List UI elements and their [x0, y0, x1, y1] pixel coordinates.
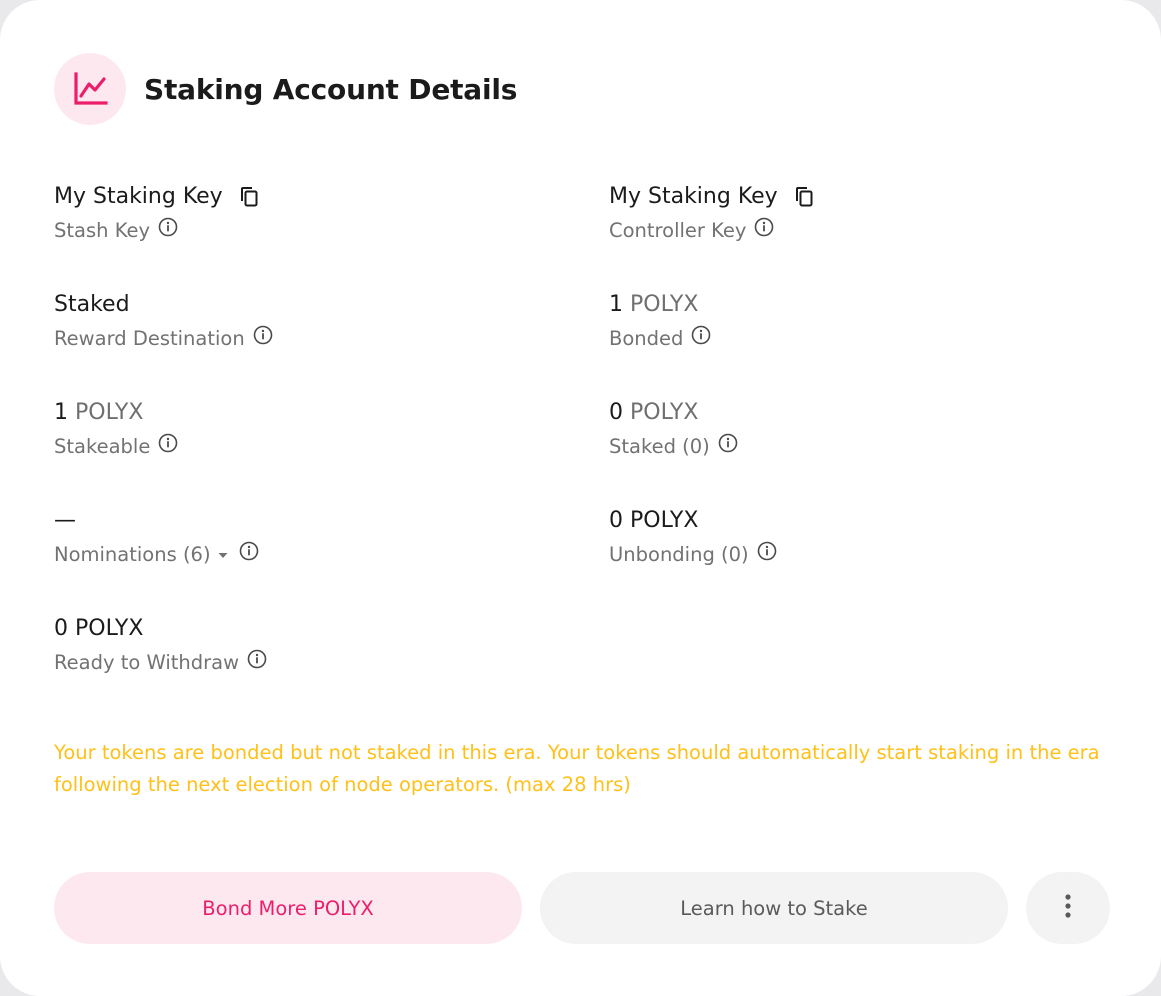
- info-icon[interactable]: [718, 433, 738, 453]
- reward-destination-field: Staked Reward Destination: [54, 292, 273, 351]
- bonded-label: Bonded: [609, 327, 684, 350]
- info-icon[interactable]: [247, 649, 267, 669]
- stash-key-value: My Staking Key: [54, 184, 223, 209]
- ready-to-withdraw-amount: 0: [54, 616, 68, 641]
- staked-label: Staked (0): [609, 435, 710, 458]
- info-icon[interactable]: [239, 541, 259, 561]
- chart-line-icon: [54, 53, 126, 125]
- reward-destination-label: Reward Destination: [54, 327, 245, 350]
- ready-to-withdraw-label: Ready to Withdraw: [54, 651, 240, 674]
- more-vertical-icon: [1064, 893, 1072, 924]
- controller-key-value: My Staking Key: [609, 184, 778, 209]
- staking-notice: Your tokens are bonded but not staked in…: [54, 741, 1100, 796]
- staked-field: 0 POLYX Staked (0): [609, 400, 738, 459]
- unbonding-label: Unbonding (0): [609, 543, 749, 566]
- card-header: Staking Account Details: [54, 53, 517, 125]
- info-icon[interactable]: [754, 217, 774, 237]
- stakeable-unit: POLYX: [75, 400, 144, 425]
- reward-destination-value: Staked: [54, 292, 130, 317]
- info-icon[interactable]: [253, 325, 273, 345]
- info-icon[interactable]: [757, 541, 777, 561]
- stakeable-field: 1 POLYX Stakeable: [54, 400, 178, 459]
- unbonding-amount: 0: [609, 508, 623, 533]
- stakeable-amount: 1: [54, 400, 68, 425]
- info-icon[interactable]: [158, 433, 178, 453]
- stash-key-field: My Staking Key Stash Key: [54, 184, 259, 243]
- staked-amount: 0: [609, 400, 623, 425]
- nominations-field: — Nominations (6): [54, 508, 259, 567]
- bond-more-label: Bond More POLYX: [202, 896, 374, 920]
- copy-icon[interactable]: [794, 186, 814, 208]
- nominations-value: —: [54, 508, 76, 533]
- info-icon[interactable]: [158, 217, 178, 237]
- copy-icon[interactable]: [239, 186, 259, 208]
- info-icon[interactable]: [691, 325, 711, 345]
- bonded-unit: POLYX: [630, 292, 699, 317]
- page-title: Staking Account Details: [144, 72, 518, 106]
- ready-to-withdraw-unit: POLYX: [75, 616, 144, 641]
- caret-down-icon[interactable]: [217, 550, 229, 560]
- staked-unit: POLYX: [630, 400, 699, 425]
- unbonding-unit: POLYX: [630, 508, 699, 533]
- stash-key-label: Stash Key: [54, 219, 151, 242]
- bond-more-button[interactable]: Bond More POLYX: [54, 872, 522, 944]
- bonded-field: 1 POLYX Bonded: [609, 292, 711, 351]
- staking-account-card: Staking Account Details My Staking Key S…: [0, 0, 1161, 996]
- bonded-amount: 1: [609, 292, 623, 317]
- nominations-label[interactable]: Nominations (6): [54, 543, 211, 567]
- ready-to-withdraw-field: 0 POLYX Ready to Withdraw: [54, 616, 267, 675]
- learn-how-to-stake-button[interactable]: Learn how to Stake: [540, 872, 1008, 944]
- unbonding-field: 0 POLYX Unbonding (0): [609, 508, 777, 567]
- controller-key-label: Controller Key: [609, 219, 747, 242]
- stakeable-label: Stakeable: [54, 435, 151, 458]
- learn-label: Learn how to Stake: [680, 896, 868, 920]
- more-options-button[interactable]: [1026, 872, 1110, 944]
- controller-key-field: My Staking Key Controller Key: [609, 184, 814, 243]
